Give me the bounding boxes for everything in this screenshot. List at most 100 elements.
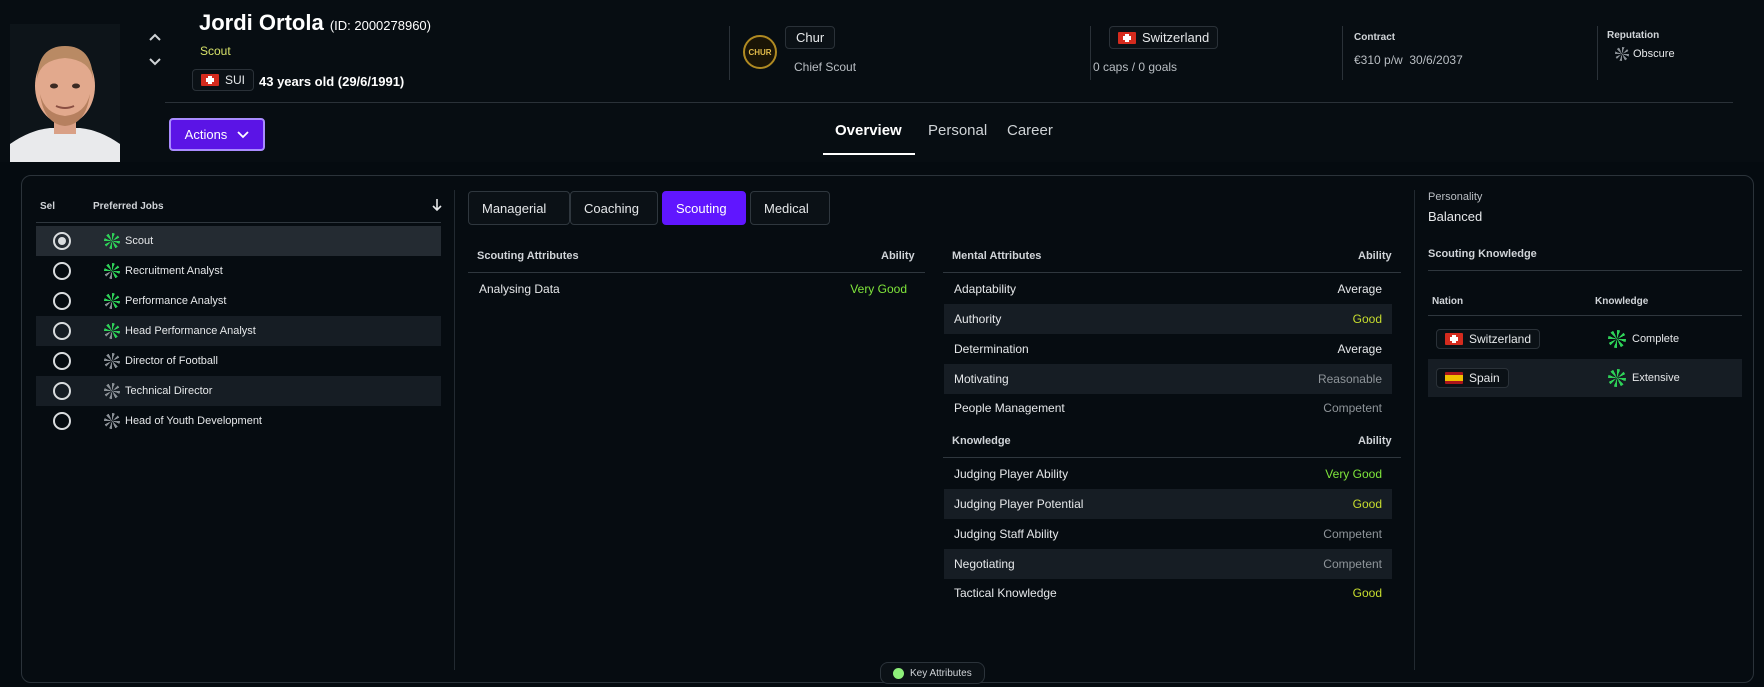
- club-name: Chur: [796, 30, 825, 45]
- list-item[interactable]: Head of Youth Development: [36, 406, 441, 436]
- rating-wheel-icon: [104, 413, 120, 429]
- ability-header: Ability: [1358, 250, 1392, 262]
- rating-wheel-icon: [104, 383, 120, 399]
- switzerland-flag-icon: [201, 74, 219, 86]
- ability-header: Ability: [1358, 435, 1392, 447]
- knowledge-title: Knowledge: [952, 435, 1011, 447]
- header-divider: [1597, 26, 1598, 80]
- table-row: Switzerland Complete: [1428, 320, 1742, 358]
- sort-arrow-icon[interactable]: [431, 198, 443, 215]
- chevron-up-icon: [149, 33, 161, 41]
- club-logo[interactable]: CHUR: [743, 35, 777, 69]
- previous-staff-button[interactable]: [148, 30, 162, 49]
- actions-button[interactable]: Actions: [169, 118, 265, 151]
- section-line: [1428, 270, 1742, 271]
- section-line: [468, 272, 925, 273]
- sel-column-header: Sel: [40, 201, 56, 212]
- section-line: [1428, 315, 1742, 316]
- next-staff-button[interactable]: [148, 55, 162, 74]
- table-row: Adaptability Average: [954, 282, 1382, 296]
- staff-role: Scout: [200, 44, 231, 58]
- club-name-badge[interactable]: Chur: [785, 26, 836, 49]
- list-item[interactable]: Director of Football: [36, 346, 441, 376]
- knowledge-level: Complete: [1608, 330, 1679, 348]
- jobs-header-line: [36, 222, 441, 223]
- reputation-label: Reputation: [1607, 30, 1660, 41]
- radio-button[interactable]: [53, 352, 71, 370]
- list-item[interactable]: Performance Analyst: [36, 286, 441, 316]
- staff-id: (ID: 2000278960): [329, 18, 431, 33]
- list-item[interactable]: Technical Director: [36, 376, 441, 406]
- radio-button[interactable]: [53, 412, 71, 430]
- chevron-down-icon: [237, 130, 249, 138]
- rating-wheel-icon: [104, 293, 120, 309]
- contract-value: €310 p/w 30/6/2037: [1354, 53, 1463, 67]
- table-row: Determination Average: [954, 342, 1382, 356]
- nation-name: Switzerland: [1142, 30, 1210, 45]
- tab-managerial[interactable]: Managerial: [468, 191, 570, 225]
- nation-badge[interactable]: Switzerland: [1109, 26, 1219, 49]
- key-attributes-legend[interactable]: Key Attributes: [880, 662, 985, 684]
- table-row: Authority Good: [944, 304, 1392, 334]
- age-text: 43 years old (29/6/1991): [259, 74, 405, 89]
- radio-button[interactable]: [53, 382, 71, 400]
- actions-label: Actions: [184, 127, 228, 142]
- radio-button[interactable]: [53, 292, 71, 310]
- header-divider: [1342, 26, 1343, 80]
- scouting-attributes-title: Scouting Attributes: [477, 250, 579, 262]
- list-item[interactable]: Scout: [36, 226, 441, 256]
- table-row: Judging Player Ability Very Good: [954, 467, 1382, 481]
- tab-coaching[interactable]: Coaching: [570, 191, 658, 225]
- table-row: Negotiating Competent: [944, 549, 1392, 579]
- table-row: Motivating Reasonable: [944, 364, 1392, 394]
- header-divider: [1090, 26, 1091, 80]
- reputation: Obscure: [1615, 47, 1675, 61]
- caps-goals: 0 caps / 0 goals: [1093, 60, 1178, 74]
- chevron-down-icon: [149, 58, 161, 66]
- personality-label: Personality: [1428, 191, 1483, 203]
- selected-radio[interactable]: [53, 232, 71, 250]
- nation-badge[interactable]: Spain: [1436, 368, 1509, 388]
- knowledge-column-header: Knowledge: [1595, 296, 1649, 307]
- profile-header: Jordi Ortola (ID: 2000278960) Scout SUI …: [0, 0, 1764, 162]
- reputation-value: Obscure: [1633, 48, 1675, 60]
- table-row: Judging Player Potential Good: [944, 489, 1392, 519]
- scouting-knowledge-title: Scouting Knowledge: [1428, 248, 1537, 260]
- tab-overview[interactable]: Overview: [835, 122, 902, 139]
- staff-name-text: Jordi Ortola: [199, 10, 324, 35]
- radio-button[interactable]: [53, 262, 71, 280]
- staff-name: Jordi Ortola (ID: 2000278960): [199, 10, 431, 36]
- nationality-badge[interactable]: SUI: [192, 69, 255, 91]
- table-row: Analysing Data Very Good: [479, 282, 907, 296]
- club-position: Chief Scout: [794, 60, 857, 74]
- contract-label: Contract: [1354, 32, 1396, 43]
- knowledge-level: Extensive: [1608, 369, 1680, 387]
- tab-medical[interactable]: Medical: [750, 191, 830, 225]
- personality-value: Balanced: [1428, 209, 1483, 224]
- rating-wheel-icon: [104, 263, 120, 279]
- table-row: Spain Extensive: [1428, 359, 1742, 397]
- rating-wheel-icon: [104, 233, 120, 249]
- mental-attributes-title: Mental Attributes: [952, 250, 1042, 262]
- table-row: Tactical Knowledge Good: [954, 586, 1382, 600]
- tab-career[interactable]: Career: [1007, 122, 1053, 139]
- nation-badge[interactable]: Switzerland: [1436, 329, 1541, 349]
- header-separator: [165, 102, 1733, 103]
- tab-scouting[interactable]: Scouting: [662, 191, 746, 225]
- tab-personal[interactable]: Personal: [928, 122, 987, 139]
- list-item[interactable]: Head Performance Analyst: [36, 316, 441, 346]
- reputation-wheel-icon: [1615, 47, 1629, 61]
- list-item[interactable]: Recruitment Analyst: [36, 256, 441, 286]
- staff-photo: [10, 24, 120, 162]
- preferred-jobs-header[interactable]: Preferred Jobs: [93, 201, 164, 212]
- column-divider: [1414, 190, 1415, 670]
- nationality-code: SUI: [225, 73, 246, 87]
- table-row: Judging Staff Ability Competent: [954, 527, 1382, 541]
- radio-button[interactable]: [53, 322, 71, 340]
- rating-wheel-icon: [104, 353, 120, 369]
- key-attributes-label: Key Attributes: [910, 667, 972, 679]
- switzerland-flag-icon: [1445, 333, 1463, 345]
- knowledge-wheel-icon: [1608, 369, 1626, 387]
- active-tab-indicator: [823, 153, 915, 155]
- knowledge-wheel-icon: [1608, 330, 1626, 348]
